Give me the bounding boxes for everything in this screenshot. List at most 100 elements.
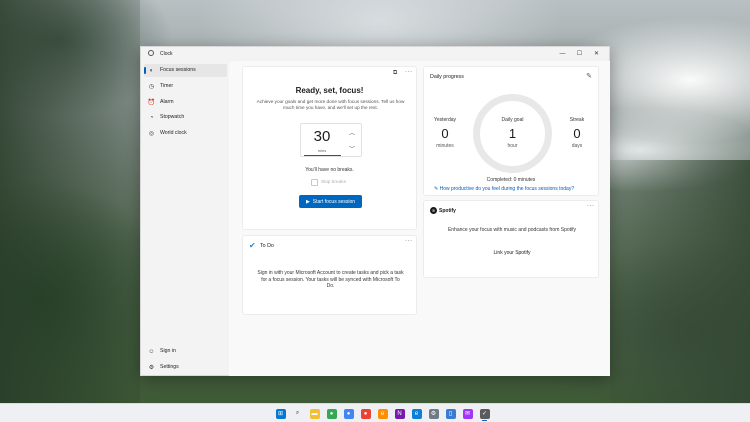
person-icon: ☺ — [148, 348, 155, 355]
feedback-link-text: How productive do you feel during the fo… — [439, 186, 575, 192]
increase-time-button[interactable]: ︿ — [345, 126, 359, 138]
more-options-icon[interactable]: ··· — [405, 69, 413, 75]
focus-title: Ready, set, focus! — [295, 86, 364, 95]
sidebar-item-world-clock[interactable]: ◎ World clock — [144, 127, 227, 140]
close-button[interactable]: ✕ — [588, 48, 605, 59]
chrome-icon-glyph: ● — [326, 408, 337, 419]
chrome-icon-2-glyph: ● — [343, 408, 354, 419]
timer-icon: ◷ — [148, 84, 155, 90]
mini-view-icon[interactable]: ⧉ — [393, 70, 398, 77]
app-title: Clock — [160, 51, 173, 57]
todo-card: ✔ To Do ··· Sign in with your Microsoft … — [242, 235, 417, 315]
clock-app-icon-glyph: ✓ — [479, 408, 490, 419]
clock-icon — [148, 50, 154, 56]
edge-icon-glyph: e — [377, 408, 388, 419]
focus-session-card: ⧉ ··· Ready, set, focus! Achieve your go… — [242, 66, 417, 230]
tablet-icon-glyph: ▯ — [445, 408, 456, 419]
settings-icon-glyph: ⚙ — [428, 408, 439, 419]
streak-stat: Streak 0 days — [564, 117, 590, 149]
start-focus-session-button[interactable]: ▶ Start focus session — [299, 195, 362, 208]
sidebar-item-label: World clock — [160, 130, 187, 136]
start-icon-glyph: ⊞ — [275, 408, 286, 419]
spotify-logo-icon: ≋ — [430, 207, 437, 214]
taskbar-icons: ⊞ ⌕ ▬ ● ● ● e Ne ⚙ ▯ ✉ ✓ — [272, 406, 493, 421]
sidebar-item-stopwatch[interactable]: ◔ Stopwatch — [144, 111, 227, 124]
sidebar-item-timer[interactable]: ◷ Timer — [144, 80, 227, 93]
todo-title: To Do — [260, 243, 274, 249]
daily-progress-title: Daily progress — [430, 74, 464, 80]
stopwatch-icon: ◔ — [149, 114, 154, 121]
messenger-icon[interactable]: ✉ — [459, 406, 476, 421]
focus-time-picker[interactable]: 30 mins ︿ ﹀ — [300, 123, 362, 157]
sidebar-item-label: Alarm — [160, 99, 174, 105]
breaks-info: You'll have no breaks. — [305, 167, 354, 173]
settings-icon[interactable]: ⚙ — [425, 406, 442, 421]
file-explorer-icon[interactable]: ▬ — [306, 406, 323, 421]
streak-value: 0 — [573, 126, 581, 141]
yesterday-value: 0 — [441, 126, 449, 141]
window-controls: — ☐ ✕ — [554, 48, 605, 59]
yesterday-label: Yesterday — [433, 117, 457, 123]
todo-check-icon: ✔ — [249, 241, 256, 250]
spotify-card: ≋ Spotify ··· Enhance your focus with mu… — [423, 200, 599, 278]
sidebar-item-label: Stopwatch — [160, 114, 185, 120]
onenote-icon-glyph: N — [394, 408, 405, 419]
messenger-icon-glyph: ✉ — [462, 408, 473, 419]
sidebar-item-alarm[interactable]: ⏰ Alarm — [144, 96, 227, 109]
focus-description: Achieve your goals and get more done wit… — [256, 99, 405, 110]
search-icon[interactable]: ⌕ — [289, 406, 306, 421]
completed-summary: Completed: 0 minutes — [486, 177, 536, 183]
skip-breaks-checkbox[interactable] — [311, 178, 318, 186]
main-content: ⧉ ··· Ready, set, focus! Achieve your go… — [229, 61, 610, 376]
focus-underline — [304, 155, 341, 156]
link-spotify-button[interactable]: Link your Spotify — [480, 247, 544, 259]
clock-app-icon[interactable]: ✓ — [476, 406, 493, 421]
daily-goal-unit: hour — [507, 143, 518, 149]
chrome-icon-2[interactable]: ● — [340, 406, 357, 421]
daily-progress-card: Daily progress ✎ Yesterday 0 minutes Dai… — [423, 66, 599, 196]
spotify-description: Enhance your focus with music and podcas… — [447, 227, 577, 233]
sidebar-item-settings[interactable]: ⚙ Settings — [144, 361, 227, 374]
title-bar[interactable]: Clock — ☐ ✕ — [141, 47, 609, 61]
pencil-icon[interactable]: ✎ — [586, 72, 592, 80]
maximize-button[interactable]: ☐ — [571, 48, 588, 59]
edge-icon[interactable]: e — [374, 406, 391, 421]
yesterday-unit: minutes — [436, 143, 454, 149]
onenote-icon[interactable]: N — [391, 406, 408, 421]
minutes-value: 30 — [313, 128, 331, 145]
play-icon: ▶ — [305, 198, 310, 205]
minimize-button[interactable]: — — [554, 48, 571, 59]
edge-browser-icon-glyph: e — [411, 408, 422, 419]
todo-description: Sign in with your Microsoft Account to c… — [257, 270, 404, 290]
skip-breaks-label: Skip breaks — [321, 179, 347, 185]
more-options-icon[interactable]: ··· — [405, 238, 413, 244]
decrease-time-button[interactable]: ﹀ — [345, 142, 359, 154]
chrome-icon-3[interactable]: ● — [357, 406, 374, 421]
clock-app-window: Clock — ☐ ✕ ◐ Focus sessions ◷ Timer ⏰ A… — [140, 46, 610, 376]
chrome-icon[interactable]: ● — [323, 406, 340, 421]
more-options-icon[interactable]: ··· — [587, 203, 595, 209]
productivity-feedback-link[interactable]: ✎ How productive do you feel during the … — [434, 186, 574, 192]
start-focus-session-label: Start focus session — [312, 198, 356, 205]
sidebar-item-label: Settings — [160, 364, 179, 370]
spotify-name: Spotify — [439, 208, 456, 214]
start-icon[interactable]: ⊞ — [272, 406, 289, 421]
search-icon-glyph: ⌕ — [292, 408, 303, 419]
chrome-icon-3-glyph: ● — [360, 408, 371, 419]
streak-label: Streak — [569, 117, 585, 123]
minutes-unit: mins — [317, 148, 327, 153]
sidebar-item-label: Focus sessions — [160, 67, 196, 73]
sidebar-item-sign-in[interactable]: ☺ Sign in — [144, 345, 227, 358]
skip-breaks-option[interactable]: Skip breaks — [311, 178, 346, 186]
daily-goal-stat: Daily goal 1 hour — [497, 117, 528, 149]
sidebar-item-focus-sessions[interactable]: ◐ Focus sessions — [144, 64, 227, 77]
sidebar-item-label: Timer — [160, 83, 174, 89]
world-clock-icon: ◎ — [148, 131, 155, 137]
taskbar: ⊞ ⌕ ▬ ● ● ● e Ne ⚙ ▯ ✉ ✓ — [0, 403, 750, 422]
sidebar-item-label: Sign in — [160, 348, 176, 354]
tablet-icon[interactable]: ▯ — [442, 406, 459, 421]
daily-goal-value: 1 — [508, 126, 517, 141]
edge-browser-icon[interactable]: e — [408, 406, 425, 421]
focus-icon: ◐ — [149, 67, 154, 74]
streak-unit: days — [571, 143, 583, 149]
